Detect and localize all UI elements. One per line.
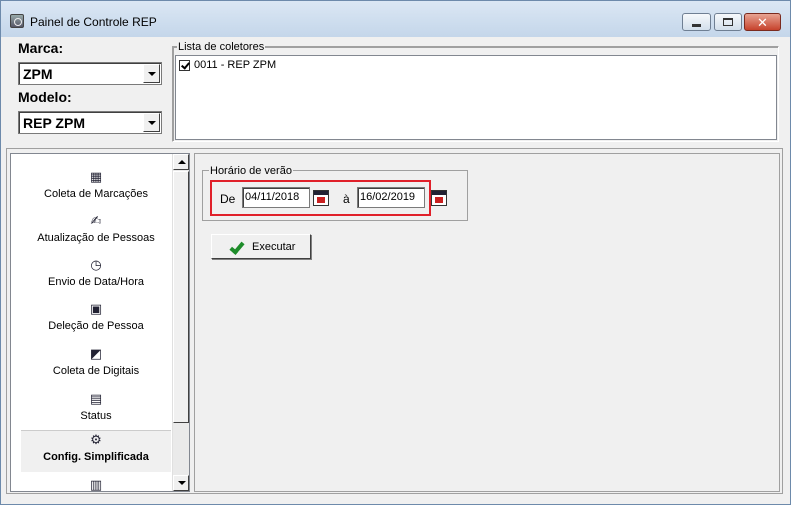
window-title: Painel de Controle REP	[30, 15, 157, 29]
checkmark-icon	[229, 239, 245, 255]
calendar-icon[interactable]	[431, 190, 447, 206]
sidebar-item-atualizacao-pessoas[interactable]: ✍ Atualização de Pessoas	[21, 212, 171, 256]
list-item[interactable]: 0011 - REP ZPM	[179, 59, 276, 71]
title-bar[interactable]: Painel de Controle REP ✕	[1, 1, 790, 37]
date-de-input[interactable]: 04/11/2018	[242, 187, 310, 208]
minimize-button[interactable]	[682, 13, 711, 31]
coletores-legend: Lista de coletores	[177, 41, 266, 53]
sidebar-item-envio-data-hora[interactable]: ◷ Envio de Data/Hora	[21, 256, 171, 300]
sidebar-item-label: Envio de Data/Hora	[48, 276, 144, 288]
chevron-down-icon[interactable]	[143, 113, 160, 132]
config-icon: ⚙	[90, 432, 102, 447]
sidebar-item-label: Coleta de Marcações	[44, 188, 148, 200]
clock-icon: ◷	[90, 257, 102, 272]
person-edit-icon: ✍	[90, 213, 102, 228]
grid-icon: ▦	[89, 169, 103, 184]
coletores-list[interactable]: 0011 - REP ZPM	[175, 55, 777, 140]
modelo-select[interactable]: REP ZPM	[18, 111, 162, 134]
sidebar: ▦ Coleta de Marcações ✍ Atualização de P…	[10, 153, 190, 492]
maximize-button[interactable]	[714, 13, 742, 31]
sidebar-item-coleta-digitais[interactable]: ◩ Coleta de Digitais	[21, 345, 171, 389]
maximize-icon	[723, 18, 733, 26]
modelo-value: REP ZPM	[23, 115, 85, 131]
de-label: De	[220, 192, 236, 206]
person-delete-icon: ▣	[89, 301, 103, 316]
sidebar-item-config-simplificada[interactable]: ⚙ Config. Simplificada	[21, 430, 171, 472]
close-button[interactable]: ✕	[744, 13, 781, 31]
sidebar-item-report[interactable]: ▥	[21, 476, 171, 492]
marca-select[interactable]: ZPM	[18, 62, 162, 85]
date-a-input[interactable]: 16/02/2019	[357, 187, 425, 208]
report-icon: ▥	[89, 477, 103, 492]
a-label: à	[343, 192, 350, 206]
chevron-down-icon[interactable]	[143, 64, 160, 83]
marca-label: Marca:	[18, 40, 64, 56]
app-icon	[10, 14, 24, 28]
executar-label: Executar	[252, 240, 296, 253]
sidebar-item-status[interactable]: ▤ Status	[21, 390, 171, 434]
sidebar-item-label: Status	[80, 410, 112, 422]
sidebar-item-label: Coleta de Digitais	[52, 365, 140, 377]
scroll-thumb[interactable]	[173, 171, 189, 423]
content-panel: Horário de verão De 04/11/2018 à 16/02/2…	[194, 153, 780, 492]
sidebar-item-label: Config. Simplificada	[43, 451, 149, 463]
app-window: Painel de Controle REP ✕ Marca: ZPM Mode…	[0, 0, 791, 505]
status-icon: ▤	[89, 391, 103, 406]
sidebar-item-delecao-pessoa[interactable]: ▣ Deleção de Pessoa	[21, 300, 171, 344]
marca-value: ZPM	[23, 66, 53, 82]
close-icon: ✕	[757, 14, 768, 30]
coletor-checkbox[interactable]	[179, 59, 190, 71]
sidebar-item-label: Atualização de Pessoas	[37, 232, 155, 244]
scroll-up-button[interactable]	[173, 154, 189, 170]
sidebar-items: ▦ Coleta de Marcações ✍ Atualização de P…	[11, 154, 173, 491]
minimize-icon	[692, 23, 701, 27]
sidebar-item-label: Deleção de Pessoa	[48, 320, 144, 332]
calendar-icon[interactable]	[313, 190, 329, 206]
fingerprint-collect-icon: ◩	[89, 346, 103, 361]
sidebar-scrollbar[interactable]	[172, 154, 189, 491]
sidebar-item-coleta-marcacoes[interactable]: ▦ Coleta de Marcações	[21, 168, 171, 212]
executar-button[interactable]: Executar	[211, 234, 311, 259]
coletores-group: Lista de coletores 0011 - REP ZPM	[172, 41, 779, 142]
horario-legend: Horário de verão	[209, 165, 293, 177]
bottom-frame: ▦ Coleta de Marcações ✍ Atualização de P…	[6, 148, 783, 494]
scroll-down-button[interactable]	[173, 475, 189, 491]
top-panel: Marca: ZPM Modelo: REP ZPM Lista de cole…	[9, 37, 782, 144]
coletor-label: 0011 - REP ZPM	[194, 59, 277, 71]
modelo-label: Modelo:	[18, 89, 72, 105]
